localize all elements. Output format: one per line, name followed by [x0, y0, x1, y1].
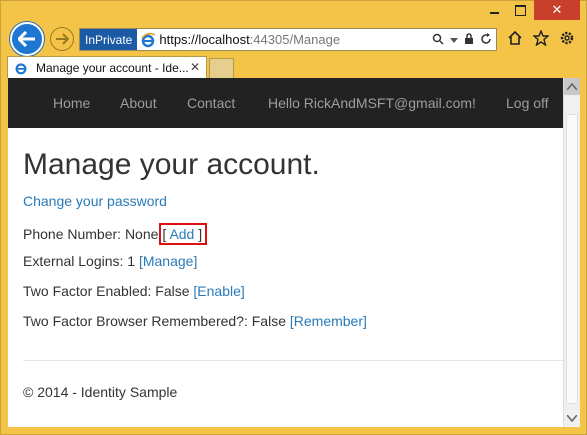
nav-home[interactable]: Home — [53, 95, 90, 111]
settings-gear-icon[interactable] — [558, 29, 576, 47]
scroll-up-arrow-icon[interactable] — [564, 78, 580, 95]
home-icon[interactable] — [506, 29, 524, 47]
browser-remembered-label: Two Factor Browser Remembered?: False — [23, 313, 286, 329]
dropdown-icon[interactable] — [450, 33, 458, 47]
add-phone-highlight: [ Add ] — [159, 223, 208, 245]
add-phone-link[interactable]: Add — [169, 226, 194, 242]
phone-number-label: Phone Number: None — [23, 226, 159, 242]
two-factor-label: Two Factor Enabled: False — [23, 283, 190, 299]
forward-button[interactable] — [50, 27, 74, 51]
search-icon[interactable] — [432, 33, 444, 48]
maximize-button[interactable] — [507, 0, 533, 20]
scroll-thumb[interactable] — [566, 114, 578, 404]
url-port: :44305 — [249, 32, 290, 47]
external-logins-row: External Logins: 1 [Manage] — [23, 253, 197, 269]
forward-arrow-icon — [56, 33, 69, 45]
window-bottom-edge — [8, 427, 580, 433]
page-viewport: Home About Contact Hello RickAndMSFT@gma… — [8, 78, 563, 427]
new-tab-button[interactable] — [209, 58, 234, 78]
bracket-open: [ — [162, 226, 167, 242]
lock-icon[interactable] — [464, 32, 474, 48]
footer-copyright: © 2014 - Identity Sample — [23, 384, 178, 400]
change-password-link[interactable]: Change your password — [23, 193, 167, 209]
nav-log-off[interactable]: Log off — [506, 95, 549, 111]
browser-remembered-row: Two Factor Browser Remembered?: False [R… — [23, 313, 367, 329]
minimize-button[interactable] — [481, 0, 507, 20]
bracket-close: ] — [198, 226, 203, 242]
url-text[interactable]: https://localhost:44305/Manage — [159, 32, 340, 47]
scroll-down-arrow-icon[interactable] — [564, 410, 580, 427]
url-path: /Manage — [289, 32, 341, 47]
back-arrow-icon — [18, 31, 35, 47]
browser-tab-active[interactable]: Manage your account - Ide... ✕ — [7, 56, 207, 78]
tab-ie-icon — [14, 60, 30, 76]
tab-title: Manage your account - Ide... — [36, 60, 189, 75]
vertical-scrollbar[interactable] — [563, 78, 580, 427]
nav-user-greeting[interactable]: Hello RickAndMSFT@gmail.com! — [268, 95, 476, 111]
remember-browser-link[interactable]: [Remember] — [290, 313, 367, 329]
nav-contact[interactable]: Contact — [187, 95, 235, 111]
close-icon: ✕ — [551, 2, 563, 17]
site-navbar: Home About Contact Hello RickAndMSFT@gma… — [8, 78, 563, 128]
back-button[interactable] — [10, 22, 44, 56]
tab-close-icon[interactable]: ✕ — [190, 60, 200, 74]
close-window-button[interactable]: ✕ — [534, 0, 580, 20]
nav-about[interactable]: About — [120, 95, 157, 111]
inprivate-badge: InPrivate — [80, 29, 138, 50]
favorites-star-icon[interactable] — [532, 29, 550, 47]
external-logins-label: External Logins: 1 — [23, 253, 136, 269]
footer-divider — [23, 360, 563, 361]
manage-logins-link[interactable]: [Manage] — [139, 253, 197, 269]
address-bar[interactable]: InPrivate https://localhost:44305/Manage — [79, 28, 497, 51]
refresh-icon[interactable] — [480, 32, 492, 48]
page-title: Manage your account. — [23, 148, 320, 181]
two-factor-row: Two Factor Enabled: False [Enable] — [23, 283, 245, 299]
enable-two-factor-link[interactable]: [Enable] — [193, 283, 244, 299]
url-prefix: https://localhost — [159, 32, 250, 47]
ie-logo-icon — [137, 29, 159, 50]
phone-number-row: Phone Number: None[ Add ] — [23, 223, 208, 245]
